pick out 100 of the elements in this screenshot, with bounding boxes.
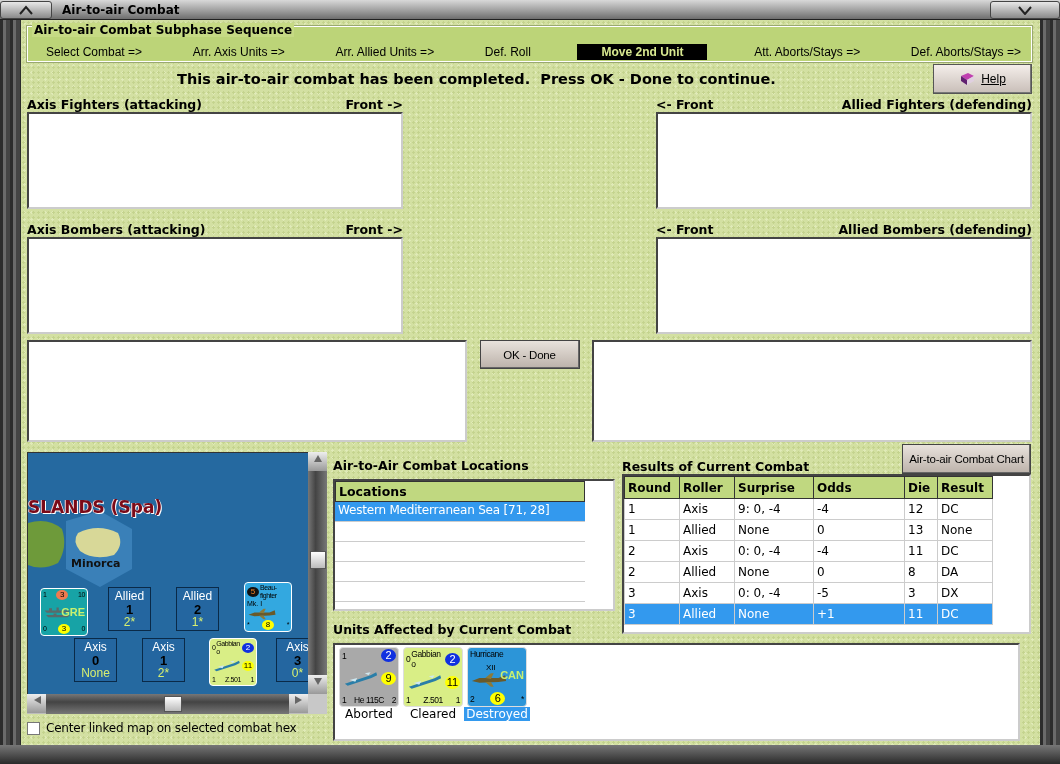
counter-text: CAN: [500, 669, 524, 682]
counter-text: 1: [342, 650, 347, 661]
table-cell: Axis: [679, 540, 735, 562]
arrow-icon: [311, 675, 324, 687]
stack-marker[interactable]: Allied 2 1*: [176, 587, 219, 631]
stack-number: 2: [193, 602, 202, 616]
unit-status[interactable]: Aborted: [343, 707, 395, 721]
vertical-scrollbar[interactable]: [308, 452, 327, 694]
table-cell: 2: [624, 540, 680, 562]
column-header: Locations: [335, 481, 585, 502]
stack-marker[interactable]: Axis 0 None: [74, 638, 117, 682]
value-badge: 6: [490, 692, 506, 705]
section-label: Units Affected by Current Combat: [333, 622, 573, 637]
stack-side: Allied: [114, 589, 145, 603]
table-cell: None: [937, 519, 993, 541]
column-header: Odds: [813, 476, 905, 499]
counter-text: 1: [455, 695, 460, 705]
unit-counter[interactable]: 1 2 9 1 He 115C 2: [339, 647, 399, 707]
table-cell: -4: [813, 498, 905, 520]
subphase-step: Arr. Axis Units =>: [188, 44, 289, 60]
table-cell: 3: [904, 582, 938, 604]
stack-value: 2*: [123, 615, 136, 629]
section-label: Results of Current Combat: [622, 459, 810, 474]
counter-text: Gabbiano: [411, 649, 442, 669]
section-label: Air-to-Air Combat Locations: [333, 458, 530, 473]
status-message: This air-to-air combat has been completed. Press OK - Done to continue.: [177, 71, 776, 87]
counter-text: He 115C: [353, 695, 385, 705]
counter-text: 1: [342, 695, 347, 705]
table-cell: 9: 0, -4: [734, 498, 814, 520]
checkbox-label: Center linked map on selected combat hex: [46, 721, 297, 735]
title-bar-button[interactable]: [0, 0, 52, 19]
stack-marker[interactable]: Axis 3 0*: [276, 638, 308, 682]
horizontal-scrollbar[interactable]: [27, 694, 308, 714]
counter-text: GRE: [61, 606, 85, 618]
result-row[interactable]: 1 Allied None 0 13 None: [624, 519, 993, 541]
table-cell: -4: [813, 540, 905, 562]
value-badge: 9: [381, 672, 396, 685]
section-label: Allied Fighters (defending): [841, 97, 1032, 112]
unit-counter[interactable]: Hurricane XII CAN 2 6 *: [467, 647, 527, 707]
table-cell: Allied: [679, 561, 735, 583]
value-badge: 8: [262, 620, 274, 630]
value-badge: 3: [56, 590, 69, 600]
value-badge: 2: [445, 652, 460, 666]
table-cell: DC: [937, 540, 993, 562]
subphase-step: Def. Roll: [480, 44, 535, 60]
result-row[interactable]: 2 Axis 0: 0, -4 -4 11 DC: [624, 540, 993, 562]
panel-title: Air-to-air Combat Subphase Sequence: [32, 23, 295, 37]
value-badge: 5: [247, 587, 259, 597]
plane-icon: [247, 608, 277, 620]
title-bar-button[interactable]: [990, 0, 1060, 19]
counter-text: *: [521, 693, 524, 704]
combat-chart-button[interactable]: Air-to-air Combat Chart: [902, 444, 1031, 474]
front-label: Front ->: [345, 97, 403, 112]
table-cell: DC: [937, 498, 993, 520]
value-badge: 2: [381, 649, 396, 662]
region-label: SLANDS (Spa): [28, 497, 163, 517]
table-cell: Axis: [679, 498, 735, 520]
help-button[interactable]: Help: [933, 64, 1032, 94]
subphase-step: Move 2nd Unit: [577, 44, 708, 60]
column-header: Roller: [679, 476, 735, 499]
stack-side: Axis: [84, 640, 107, 654]
result-row[interactable]: 2 Allied None 0 8 DA: [624, 561, 993, 583]
checkbox[interactable]: [27, 721, 40, 735]
counter-text: 2: [470, 693, 475, 704]
column-header: Round: [624, 476, 680, 499]
scroll-thumb[interactable]: [310, 551, 326, 569]
result-row[interactable]: 3 Axis 0: 0, -4 -5 3 DX: [624, 582, 993, 604]
table-cell: 0: [813, 561, 905, 583]
counter-text: XII: [486, 663, 497, 672]
table-cell: None: [734, 519, 814, 541]
stack-number: 0: [91, 653, 100, 667]
counter-text: Z.501: [423, 695, 443, 705]
result-row[interactable]: 1 Axis 9: 0, -4 -4 12 DC: [624, 498, 993, 520]
stack-value: 0*: [291, 666, 304, 680]
value-badge: 11: [242, 661, 254, 671]
table-cell: 3: [624, 582, 680, 604]
table-cell: 12: [904, 498, 938, 520]
stack-side: Axis: [286, 640, 308, 654]
subphase-step: Att. Aborts/Stays =>: [750, 44, 865, 60]
counter-text: 1: [406, 695, 411, 705]
table-cell: 13: [904, 519, 938, 541]
table-cell: 1: [624, 498, 680, 520]
scroll-thumb[interactable]: [164, 696, 182, 712]
stack-number: 1: [125, 602, 134, 616]
island-label: Minorca: [71, 557, 121, 570]
ok-done-button[interactable]: OK - Done: [479, 340, 580, 369]
stack-marker[interactable]: Allied 1 2*: [108, 587, 151, 631]
column-header: Die: [904, 476, 938, 499]
section-label: Axis Fighters (attacking): [27, 97, 202, 112]
table-cell: 0: [813, 519, 905, 541]
front-label: <- Front: [656, 222, 714, 237]
table-cell: 1: [624, 519, 680, 541]
value-badge: 2: [242, 643, 254, 653]
unit-status[interactable]: Cleared: [407, 707, 459, 721]
window-title: Air-to-air Combat: [62, 2, 180, 17]
counter-text: Hurricane: [470, 649, 504, 659]
stack-number: 3: [293, 653, 302, 667]
book-icon: [959, 72, 976, 86]
counter-text: 0: [406, 654, 411, 664]
stack-marker[interactable]: Axis 1 2*: [142, 638, 185, 682]
